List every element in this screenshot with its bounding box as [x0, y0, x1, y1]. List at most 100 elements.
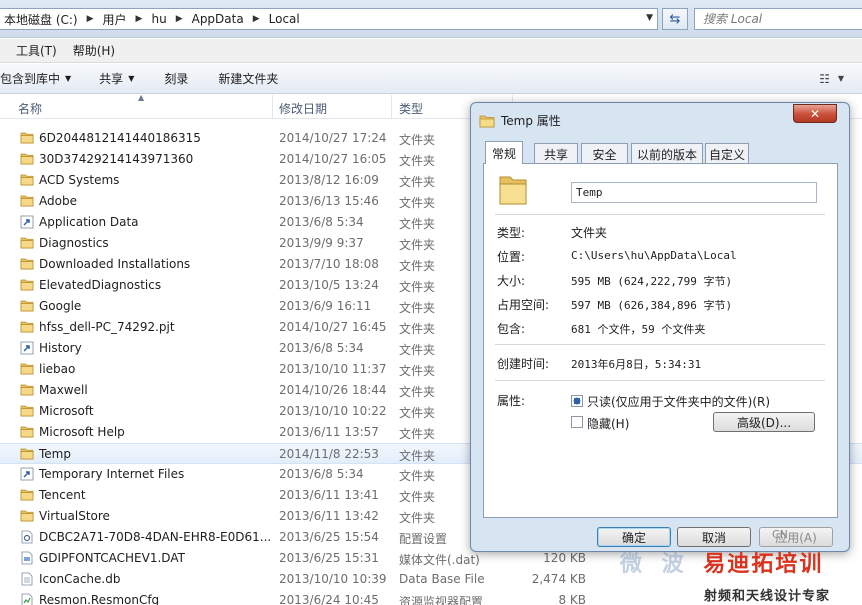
file-date: 2014/10/27 16:05: [279, 152, 387, 166]
file-type: 配置设置: [399, 532, 448, 546]
sort-ascending-icon: ▲: [138, 93, 145, 102]
file-name: hfss_dell-PC_74292.pjt: [39, 320, 175, 334]
breadcrumb-hu[interactable]: hu: [151, 12, 166, 26]
file-type: 文件夹: [399, 511, 436, 525]
file-type: 文件夹: [399, 385, 436, 399]
share-button[interactable]: 共享 ▼: [99, 70, 134, 87]
address-history-dropdown-icon[interactable]: ▼: [646, 13, 653, 23]
file-name: Temporary Internet Files: [39, 467, 185, 481]
file-type: 文件夹: [399, 469, 436, 483]
refresh-button[interactable]: ⇆: [662, 8, 688, 30]
file-type: 文件夹: [399, 238, 436, 252]
dat-file-icon: [20, 551, 34, 565]
tab-general[interactable]: 常规: [485, 141, 523, 164]
folder-name-input[interactable]: Temp: [571, 182, 817, 203]
prop-disk-size-label: 占用空间:: [497, 298, 550, 312]
include-in-library-button[interactable]: 包含到库中 ▼: [0, 70, 71, 87]
file-type: 文件夹: [399, 406, 436, 420]
view-options-icon[interactable]: ☷: [819, 72, 830, 86]
config-file-icon: [20, 530, 34, 544]
folder-icon: [20, 131, 34, 145]
breadcrumb-separator-icon[interactable]: ▶: [87, 14, 94, 24]
file-date: 2013/8/12 16:09: [279, 173, 379, 187]
tab-security[interactable]: 安全: [581, 143, 628, 164]
file-date: 2014/10/27 17:24: [279, 131, 387, 145]
address-bar[interactable]: 本地磁盘 (C:) ▶ 用户 ▶ hu ▶ AppData ▶ Local ▼: [0, 8, 658, 30]
file-name: Application Data: [39, 215, 139, 229]
file-date: 2014/11/8 22:53: [279, 447, 379, 461]
column-divider[interactable]: [272, 95, 273, 119]
address-bar-row: 本地磁盘 (C:) ▶ 用户 ▶ hu ▶ AppData ▶ Local ▼ …: [0, 0, 862, 38]
prop-contains-value: 681 个文件，59 个文件夹: [571, 323, 706, 336]
breadcrumb-appdata[interactable]: AppData: [192, 12, 244, 26]
menu-tools[interactable]: 工具(T): [16, 42, 57, 59]
file-type: Data Base File: [399, 572, 485, 586]
cancel-button[interactable]: 取消: [677, 527, 751, 547]
breadcrumb-separator-icon[interactable]: ▶: [253, 14, 260, 24]
tab-customize[interactable]: 自定义: [705, 143, 749, 164]
file-name: Downloaded Installations: [39, 257, 191, 271]
file-name: IconCache.db: [39, 572, 121, 586]
close-button[interactable]: ✕: [793, 104, 837, 123]
folder-icon: [20, 362, 34, 376]
shortcut-icon: [20, 467, 34, 481]
file-type: 文件夹: [399, 154, 436, 168]
file-date: 2013/10/10 11:37: [279, 362, 387, 376]
file-date: 2013/6/11 13:42: [279, 509, 379, 523]
hidden-label[interactable]: 隐藏(H): [587, 415, 629, 432]
menu-help[interactable]: 帮助(H): [73, 42, 115, 59]
prop-type-value: 文件夹: [571, 226, 608, 240]
column-type[interactable]: 类型: [399, 100, 423, 117]
readonly-label[interactable]: 只读(仅应用于文件夹中的文件)(R): [587, 393, 770, 410]
breadcrumb-local[interactable]: Local: [269, 12, 300, 26]
readonly-checkbox[interactable]: [571, 395, 583, 407]
folder-icon: [20, 425, 34, 439]
folder-icon: [20, 383, 34, 397]
folder-icon: [20, 194, 34, 208]
file-date: 2013/10/5 13:24: [279, 278, 379, 292]
search-input[interactable]: 搜索 Local: [694, 8, 862, 30]
breadcrumb-drive[interactable]: 本地磁盘 (C:): [4, 11, 78, 28]
file-date: 2013/6/8 5:34: [279, 215, 364, 229]
file-date: 2013/9/9 9:37: [279, 236, 364, 250]
column-divider[interactable]: [391, 95, 392, 119]
file-name: DCBC2A71-70D8-4DAN-EHR8-E0D61...: [39, 530, 272, 544]
file-type: 文件夹: [399, 280, 436, 294]
cfg-file-icon: [20, 593, 34, 605]
file-date: 2013/6/11 13:57: [279, 425, 379, 439]
folder-icon: [20, 299, 34, 313]
file-type: 文件夹: [399, 427, 436, 441]
include-in-library-label: 包含到库中: [0, 72, 61, 86]
file-date: 2013/6/25 15:31: [279, 551, 379, 565]
column-date[interactable]: 修改日期: [279, 100, 327, 117]
tab-sharing[interactable]: 共享: [534, 143, 578, 164]
tab-previous-versions[interactable]: 以前的版本: [631, 143, 703, 164]
file-type: 文件夹: [399, 133, 436, 147]
chevron-down-icon[interactable]: ▼: [838, 74, 844, 83]
watermark-url: CN: [772, 528, 788, 541]
file-name: History: [39, 341, 82, 355]
burn-button[interactable]: 刻录: [164, 70, 188, 87]
file-name: VirtualStore: [39, 509, 110, 523]
column-name[interactable]: 名称: [18, 100, 42, 117]
watermark-text-a: 微 波: [620, 552, 690, 577]
ok-button[interactable]: 确定: [597, 527, 671, 547]
file-name: 30D37429214143971360: [39, 152, 194, 166]
breadcrumb-separator-icon[interactable]: ▶: [136, 14, 143, 24]
folder-icon: [20, 257, 34, 271]
prop-created-label: 创建时间:: [497, 357, 550, 371]
advanced-button[interactable]: 高级(D)...: [713, 412, 815, 432]
file-name: Resmon.ResmonCfg: [39, 593, 160, 605]
hidden-checkbox[interactable]: [571, 416, 583, 428]
file-name: 6D2044812141440186315: [39, 131, 201, 145]
divider: [495, 380, 825, 381]
apply-button[interactable]: 应用(A): [759, 527, 833, 547]
breadcrumb-users[interactable]: 用户: [103, 11, 127, 28]
prop-contains-label: 包含:: [497, 322, 526, 336]
db-file-icon: [20, 572, 34, 586]
file-name: Google: [39, 299, 82, 313]
file-name: ElevatedDiagnostics: [39, 278, 162, 292]
file-type: 文件夹: [399, 217, 436, 231]
breadcrumb-separator-icon[interactable]: ▶: [176, 14, 183, 24]
new-folder-button[interactable]: 新建文件夹: [218, 70, 278, 87]
